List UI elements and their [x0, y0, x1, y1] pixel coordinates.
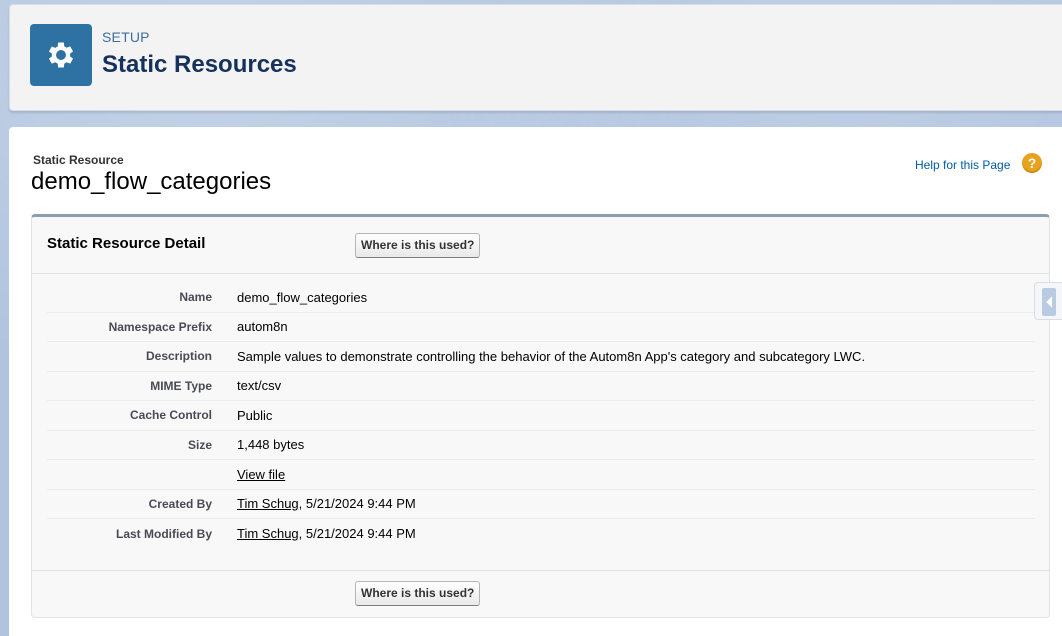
- field-value: View file: [237, 467, 285, 482]
- last-modified-date: , 5/21/2024 9:44 PM: [298, 526, 416, 542]
- record-name: demo_flow_categories: [31, 168, 272, 195]
- setup-header: SETUP Static Resources: [9, 4, 1062, 111]
- created-by-user-link[interactable]: Tim Schug: [237, 496, 299, 511]
- field-label: Name: [179, 290, 212, 305]
- page-title: Static Resources: [102, 51, 297, 78]
- static-resource-detail-block: Static Resource Detail Where is this use…: [31, 214, 1050, 618]
- record-type-label: Static Resource: [33, 153, 124, 167]
- field-value: Public: [237, 407, 273, 423]
- detail-row-cache-control: Cache Control Public: [47, 401, 1035, 431]
- field-label: MIME Type: [150, 378, 212, 393]
- detail-row-last-modified-by: Last Modified By Tim Schug, 5/21/2024 9:…: [47, 519, 1035, 549]
- created-date: , 5/21/2024 9:44 PM: [298, 496, 416, 512]
- setup-eyebrow: SETUP: [102, 29, 150, 45]
- detail-row-namespace-prefix: Namespace Prefix autom8n: [47, 313, 1035, 342]
- help-icon[interactable]: ?: [1022, 153, 1042, 173]
- field-value: Sample values to demonstrate controlling…: [237, 348, 866, 364]
- last-modified-by-user-link[interactable]: Tim Schug: [237, 526, 299, 541]
- where-is-this-used-button[interactable]: Where is this used?: [355, 233, 481, 258]
- field-value: Tim Schug, 5/21/2024 9:44 PM: [237, 496, 416, 511]
- detail-block-header: Static Resource Detail Where is this use…: [32, 217, 1049, 274]
- detail-row-mime-type: MIME Type text/csv: [47, 372, 1035, 401]
- detail-block-footer-divider: [32, 570, 1049, 571]
- detail-row-created-by: Created By Tim Schug, 5/21/2024 9:44 PM: [47, 490, 1035, 519]
- side-panel-handle: [1042, 288, 1056, 316]
- field-label: Last Modified By: [115, 526, 212, 541]
- setup-gear-tile: [30, 24, 92, 86]
- field-value: text/csv: [237, 378, 282, 394]
- view-file-link[interactable]: View file: [237, 467, 285, 482]
- detail-row-description: Description Sample values to demonstrate…: [47, 342, 1035, 372]
- field-value: demo_flow_categories: [237, 289, 368, 305]
- chevron-left-icon: [1046, 296, 1053, 308]
- field-label: Description: [145, 349, 212, 364]
- gear-icon: [48, 42, 74, 68]
- detail-block-title: Static Resource Detail: [47, 235, 206, 252]
- detail-row-size: Size 1,448 bytes: [47, 431, 1035, 460]
- field-label: Size: [187, 437, 212, 452]
- field-label: Created By: [148, 496, 212, 511]
- detail-rows: Name demo_flow_categories Namespace Pref…: [47, 283, 1035, 549]
- detail-row-view-file: View file: [47, 460, 1035, 490]
- field-label: Cache Control: [129, 408, 212, 423]
- detail-row-name: Name demo_flow_categories: [47, 283, 1035, 313]
- field-value: 1,448 bytes: [237, 437, 305, 453]
- field-value: autom8n: [237, 319, 288, 335]
- field-value: Tim Schug, 5/21/2024 9:44 PM: [237, 526, 416, 541]
- where-is-this-used-button-bottom[interactable]: Where is this used?: [355, 581, 481, 606]
- help-for-this-page-link[interactable]: Help for this Page: [915, 158, 1010, 172]
- field-label: Namespace Prefix: [108, 319, 212, 334]
- main-content: Static Resource demo_flow_categories Hel…: [9, 127, 1062, 636]
- side-panel-toggle[interactable]: [1034, 282, 1062, 320]
